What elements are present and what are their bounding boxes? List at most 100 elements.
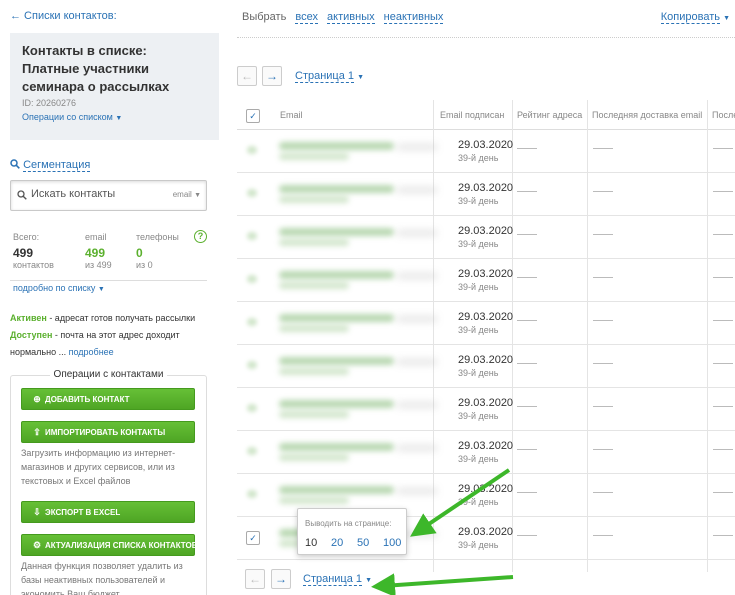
subscribed-date: 29.03.2020 <box>458 311 514 323</box>
search-input[interactable] <box>31 188 161 200</box>
copy-dropdown[interactable]: Копировать ▼ <box>660 11 730 24</box>
prev-page-button[interactable]: ← <box>237 66 257 86</box>
empty-last-delivery <box>593 449 613 450</box>
row-checkbox[interactable] <box>247 232 257 240</box>
page-select[interactable]: Страница 1 ▼ <box>295 70 365 83</box>
table-row[interactable]: 29.03.2020 39-й день <box>237 345 735 388</box>
select-all-link[interactable]: всех <box>295 11 318 24</box>
empty-rating <box>517 406 537 407</box>
button-label: Импортировать контакты <box>45 428 166 437</box>
email-name-blurred <box>279 497 349 504</box>
subscribed-day: 39-й день <box>458 368 499 378</box>
empty-rating <box>517 320 537 321</box>
table-row[interactable]: 29.03.2020 39-й день <box>237 216 735 259</box>
row-checkbox[interactable] <box>247 275 257 283</box>
segmentation-link[interactable]: Сегментация <box>10 159 91 172</box>
empty-rating <box>517 277 537 278</box>
row-checkbox[interactable] <box>247 318 257 326</box>
empty-last <box>713 492 733 493</box>
email-cell-blurred[interactable] <box>279 486 394 494</box>
email-cell-blurred[interactable] <box>279 314 394 322</box>
column-header-last[interactable]: После <box>712 110 735 120</box>
email-cell-blurred[interactable] <box>279 400 394 408</box>
email-cell-blurred[interactable] <box>279 357 394 365</box>
per-page-option-10[interactable]: 10 <box>305 537 317 549</box>
email-name-blurred <box>279 196 349 203</box>
per-page-option-100[interactable]: 100 <box>383 537 401 549</box>
email-cell-blurred[interactable] <box>279 443 394 451</box>
per-page-option-50[interactable]: 50 <box>357 537 369 549</box>
row-checkbox[interactable] <box>247 189 257 197</box>
row-checkbox[interactable] <box>247 146 257 154</box>
subscribed-date: 29.03.2020 <box>458 225 514 237</box>
table-row[interactable]: 29.03.2020 39-й день <box>237 130 735 173</box>
list-details-label: подробно по списку <box>13 283 96 293</box>
table-row[interactable]: 29.03.2020 39-й день <box>237 173 735 216</box>
empty-last <box>713 277 733 278</box>
list-operations-label: Операции со списком <box>22 112 113 122</box>
search-icon <box>17 190 27 200</box>
import-description: Загрузить информацию из интернет-магазин… <box>21 448 176 486</box>
help-icon[interactable]: ? <box>194 230 207 243</box>
row-checkbox[interactable] <box>247 361 257 369</box>
row-checkbox[interactable]: ✓ <box>246 531 260 545</box>
legend-details-link[interactable]: подробнее <box>69 347 114 357</box>
table-row[interactable]: 29.03.2020 39-й день <box>237 388 735 431</box>
list-details-link[interactable]: подробно по списку ▼ <box>13 283 105 293</box>
email-name-blurred <box>279 411 349 418</box>
blurred-content <box>397 359 437 365</box>
row-checkbox[interactable] <box>247 404 257 412</box>
search-icon <box>10 159 20 169</box>
empty-last-delivery <box>593 191 613 192</box>
blurred-content <box>397 273 437 279</box>
email-cell-blurred[interactable] <box>279 185 394 193</box>
email-cell-blurred[interactable] <box>279 142 394 150</box>
row-checkbox[interactable] <box>247 447 257 455</box>
email-cell-blurred[interactable] <box>279 271 394 279</box>
column-header-rating[interactable]: Рейтинг адреса <box>517 110 582 120</box>
prev-page-button[interactable]: ← <box>245 569 265 589</box>
select-active-link[interactable]: активных <box>327 11 375 24</box>
column-header-subscribed[interactable]: Email подписан <box>440 110 504 120</box>
table-row[interactable]: 29.03.2020 39-й день <box>237 302 735 345</box>
subscribed-date: 29.03.2020 <box>458 182 514 194</box>
caret-down-icon: ▼ <box>357 74 365 81</box>
stat-sub: из 0 <box>136 260 153 270</box>
stat-label: телефоны <box>136 232 179 242</box>
caret-down-icon: ▼ <box>723 15 730 22</box>
empty-last <box>713 535 733 536</box>
back-to-lists-link[interactable]: ← Списки контактов: <box>10 10 117 22</box>
page-select[interactable]: Страница 1 ▼ <box>303 573 372 586</box>
per-page-option-20[interactable]: 20 <box>331 537 343 549</box>
subscribed-day: 39-й день <box>458 454 499 464</box>
empty-last-delivery <box>593 148 613 149</box>
search-field-select[interactable]: email ▼ <box>173 190 201 199</box>
next-page-button[interactable]: → <box>262 66 282 86</box>
email-name-blurred <box>279 454 349 461</box>
button-label: Экспорт в Excel <box>45 508 121 517</box>
email-cell-blurred[interactable] <box>279 228 394 236</box>
stat-value: 499 <box>85 246 106 260</box>
export-excel-button[interactable]: ⇩ Экспорт в Excel <box>21 501 195 523</box>
import-contacts-button[interactable]: ⇪ Импортировать контакты <box>21 421 195 443</box>
stat-phones: телефоны 0 из 0 <box>136 232 179 270</box>
button-label: Актуализация списка контактов <box>45 541 198 550</box>
row-checkbox[interactable] <box>247 490 257 498</box>
next-page-button[interactable]: → <box>271 569 291 589</box>
column-header-email[interactable]: Email <box>280 110 303 120</box>
add-contact-button[interactable]: ⊕ Добавить контакт <box>21 388 195 410</box>
page-label: Страница 1 <box>295 70 355 83</box>
select-all-checkbox[interactable]: ✓ <box>246 109 260 123</box>
blurred-content <box>397 402 437 408</box>
actualize-list-button[interactable]: ⚙ Актуализация списка контактов <box>21 534 198 556</box>
table-row[interactable]: 29.03.2020 39-й день <box>237 259 735 302</box>
stat-label: email <box>85 232 107 242</box>
list-operations-dropdown[interactable]: Операции со списком ▼ <box>22 112 207 122</box>
column-header-last-delivery[interactable]: Последняя доставка email <box>592 110 702 120</box>
select-inactive-link[interactable]: неактивных <box>383 11 444 24</box>
subscribed-day: 39-й день <box>458 196 499 206</box>
actualize-description: Данная функция позволяет удалить из базы… <box>21 561 183 595</box>
contact-operations-panel: Операции с контактами ⊕ Добавить контакт … <box>10 369 207 595</box>
table-row[interactable]: 29.03.2020 39-й день <box>237 431 735 474</box>
blurred-content <box>397 445 437 451</box>
